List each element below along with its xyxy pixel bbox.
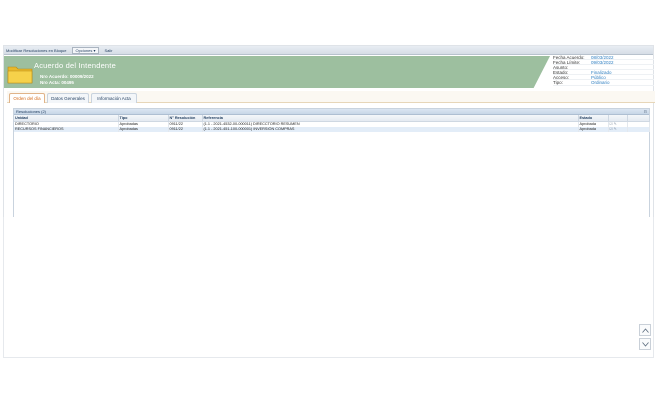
scroll-up-button[interactable] <box>639 324 651 336</box>
menu-options-dropdown[interactable]: Opciones ▾ <box>72 46 99 54</box>
panel-header: Resoluciones (2) ⊟ <box>14 109 649 115</box>
panel-title: Resoluciones (2) <box>16 109 47 114</box>
meta-panel: Fecha Acuerdo: 08/03/2022 Fecha Límite: 09… <box>553 55 654 86</box>
chevron-up-icon <box>641 327 649 333</box>
collapse-icon[interactable]: ⊟ <box>644 109 647 115</box>
tab-datos-generales[interactable]: Datos Generales <box>47 93 89 103</box>
row-action-icons[interactable]: ☑ ✎ <box>608 126 628 132</box>
scroll-down-button[interactable] <box>639 338 651 350</box>
resolutions-table: Unidad Tipo N° Resolución Referencia Est… <box>14 115 650 132</box>
tab-informacion-acta[interactable]: Información Acta <box>91 93 137 103</box>
agreement-number: Nro Acuerdo: 00009/2022 <box>40 74 94 79</box>
meta-row: Tipo: Ordinario <box>553 80 654 86</box>
menu-exit[interactable]: Salir <box>105 48 113 53</box>
minutes-number: Nro Acta: 00495 <box>40 80 74 85</box>
chevron-down-icon <box>641 341 649 347</box>
page-title: Acuerdo del Intendente <box>34 61 116 70</box>
tab-bar: Orden del día Datos Generales Informació… <box>7 91 655 103</box>
menubar: Modificar Resoluciones en Bloque Opcione… <box>4 46 653 55</box>
lower-content-area <box>3 217 654 358</box>
tab-orden-del-dia[interactable]: Orden del día <box>9 93 45 103</box>
table-row[interactable]: RECURSOS FINANCIEROS Aprobadas 0911/22 (… <box>14 126 650 132</box>
folder-icon <box>7 66 33 84</box>
menu-modify-bulk[interactable]: Modificar Resoluciones en Bloque <box>6 48 66 53</box>
